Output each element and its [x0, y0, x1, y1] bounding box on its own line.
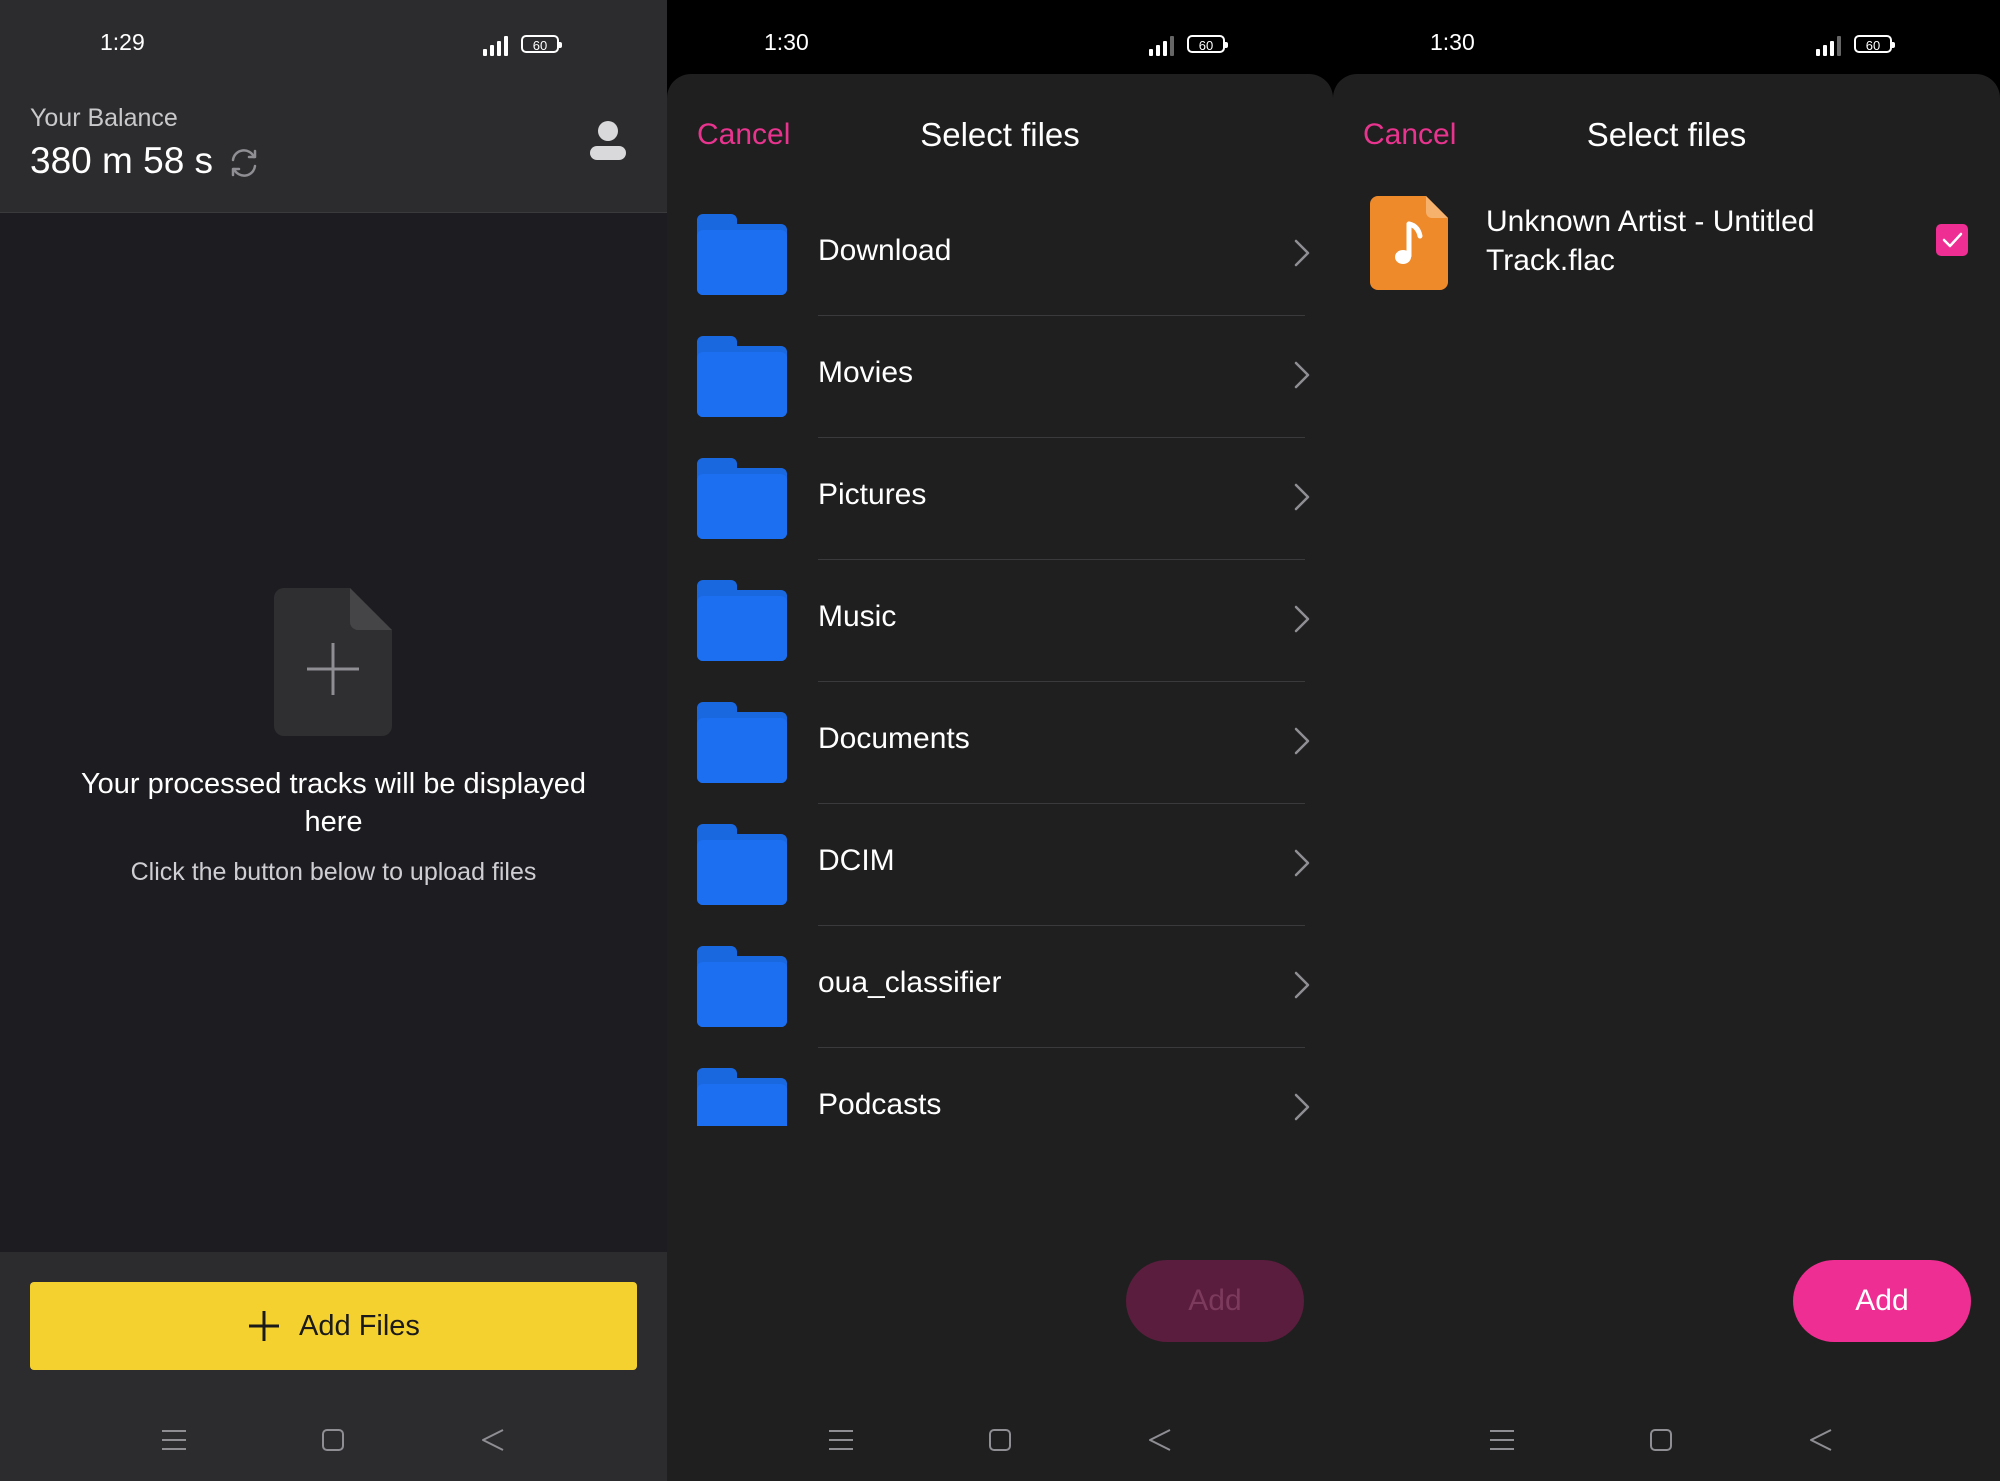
select-files-sheet: Cancel Select files Unknown Artist - Unt…	[1333, 74, 2000, 1481]
folder-icon	[697, 702, 787, 783]
add-files-label: Add Files	[299, 1309, 420, 1342]
status-bar: 1:30 60	[1333, 0, 2000, 80]
chevron-right-icon	[1294, 483, 1310, 511]
home-nav-icon[interactable]	[988, 1428, 1012, 1452]
status-time: 1:30	[764, 29, 809, 55]
folder-row[interactable]: Documents	[667, 682, 1333, 804]
signal-battery: 60	[483, 34, 567, 56]
back-nav-icon[interactable]	[481, 1428, 505, 1452]
add-button-disabled[interactable]: Add	[1126, 1260, 1304, 1342]
folder-icon	[697, 1068, 787, 1126]
folder-name: Movies	[818, 356, 914, 389]
folder-icon	[697, 580, 787, 661]
menu-nav-icon[interactable]	[161, 1428, 187, 1452]
file-checkbox[interactable]	[1936, 224, 1968, 256]
chevron-right-icon	[1294, 849, 1310, 877]
folder-name: Podcasts	[818, 1088, 942, 1121]
status-time: 1:30	[1430, 29, 1475, 55]
add-files-button[interactable]: Add Files	[30, 1282, 637, 1370]
signal-battery: 60	[1149, 34, 1233, 56]
profile-icon[interactable]	[588, 120, 628, 162]
status-time: 1:29	[100, 29, 145, 55]
folder-row[interactable]: Music	[667, 560, 1333, 682]
folder-row[interactable]: Movies	[667, 316, 1333, 438]
file-picker-screen: 1:30 60 Cancel Select files Unknown Arti…	[1333, 0, 2000, 1481]
folder-name: DCIM	[818, 844, 895, 877]
balance-header: 1:29 60 Your Balance 380 m 58 s	[0, 0, 667, 213]
home-nav-icon[interactable]	[321, 1428, 345, 1452]
folder-row[interactable]: Download	[667, 194, 1333, 316]
signal-icon	[1816, 34, 1846, 56]
folder-icon	[697, 336, 787, 417]
folder-name: Documents	[818, 722, 970, 755]
chevron-right-icon	[1294, 1093, 1310, 1121]
music-file-icon	[1370, 196, 1448, 290]
file-name: Unknown Artist - Untitled Track.flac	[1486, 205, 1815, 277]
plus-icon	[249, 1311, 280, 1341]
chevron-right-icon	[1294, 239, 1310, 267]
folder-picker-screen: 1:30 60 Cancel Select files Download Movi…	[667, 0, 1333, 1481]
chevron-right-icon	[1294, 727, 1310, 755]
folder-row[interactable]: DCIM	[667, 804, 1333, 926]
folder-icon	[697, 946, 787, 1027]
back-nav-icon[interactable]	[1809, 1428, 1833, 1452]
tracks-screen: 1:29 60 Your Balance 380 m 58 s Your pro…	[0, 0, 667, 1481]
add-button[interactable]: Add	[1793, 1260, 1971, 1342]
menu-nav-icon[interactable]	[1489, 1428, 1515, 1452]
empty-state-title: Your processed tracks will be displayed …	[80, 768, 587, 838]
refresh-icon[interactable]	[227, 146, 261, 180]
sheet-title: Select files	[1586, 116, 1747, 153]
sheet-title: Select files	[920, 116, 1080, 153]
folder-icon	[697, 824, 787, 905]
status-bar: 1:29 60	[0, 0, 667, 80]
folder-row[interactable]: oua_classifier	[667, 926, 1333, 1048]
balance-value: 380 m 58 s	[30, 140, 214, 181]
file-row[interactable]: Unknown Artist - Untitled Track.flac	[1333, 190, 2000, 300]
add-file-placeholder-icon	[274, 588, 392, 736]
signal-icon	[1149, 34, 1179, 56]
home-nav-icon[interactable]	[1649, 1428, 1673, 1452]
status-bar: 1:30 60	[667, 0, 1333, 80]
battery-icon: 60	[1854, 35, 1895, 53]
folder-row[interactable]: Podcasts	[667, 1048, 1333, 1126]
folder-icon	[697, 458, 787, 539]
folder-row[interactable]: Pictures	[667, 438, 1333, 560]
folder-name: oua_classifier	[818, 966, 1002, 999]
signal-icon	[483, 34, 513, 56]
balance-label: Your Balance	[30, 104, 178, 132]
back-nav-icon[interactable]	[1148, 1428, 1172, 1452]
chevron-right-icon	[1294, 605, 1310, 633]
battery-icon: 60	[1187, 35, 1228, 53]
folder-name: Download	[818, 234, 952, 267]
signal-battery: 60	[1816, 34, 1900, 56]
folder-list: Download Movies Pictures Music Documents DCIM…	[667, 194, 1333, 1126]
menu-nav-icon[interactable]	[828, 1428, 854, 1452]
battery-icon: 60	[521, 35, 562, 53]
chevron-right-icon	[1294, 971, 1310, 999]
check-icon	[1942, 232, 1963, 248]
folder-name: Music	[818, 600, 897, 633]
folder-icon	[697, 214, 787, 295]
chevron-right-icon	[1294, 361, 1310, 389]
select-files-sheet: Cancel Select files Download Movies Pictur…	[667, 74, 1333, 1481]
folder-name: Pictures	[818, 478, 927, 511]
empty-state-subtitle: Click the button below to upload files	[130, 858, 537, 886]
